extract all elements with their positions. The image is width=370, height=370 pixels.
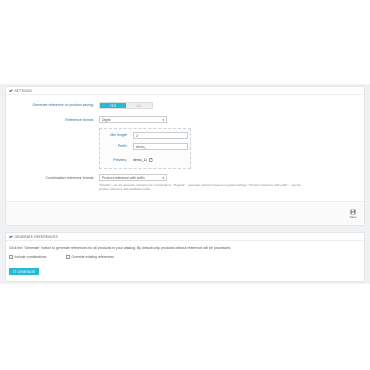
combination-reference-value: Product reference with suffix	[102, 175, 145, 180]
toggle-yes-option[interactable]: YES	[100, 103, 126, 108]
preview-output: demo_11	[133, 157, 153, 162]
save-label: Save	[349, 215, 357, 219]
toggle-no-option[interactable]: NO	[126, 103, 152, 108]
settings-panel-header: SETTINGS	[6, 87, 364, 95]
include-combinations-checkbox[interactable]: Include combinations	[9, 255, 46, 259]
cogs-icon	[9, 235, 13, 238]
chevron-down-icon: ▾	[162, 117, 164, 122]
settings-panel: SETTINGS Generate reference on product s…	[5, 86, 365, 226]
combination-reference-label: Combination reference format:	[45, 176, 94, 180]
prefix-label: Prefix	[117, 144, 127, 148]
checkbox-box[interactable]	[66, 255, 70, 259]
help-line-2: product reference with additional suffix…	[99, 187, 152, 192]
generate-panel-title: GENERATE REFERENCES	[14, 234, 58, 239]
generate-description: Click the "Generate" button to generate …	[9, 246, 231, 250]
settings-footer: Save	[6, 201, 364, 225]
min-length-label: Min length	[110, 133, 127, 137]
refresh-icon	[12, 269, 16, 274]
combination-help-text: "Disable" - do not generate reference fo…	[99, 183, 361, 191]
digits-options-box: Min length 2 Prefix demo_ Preview: demo_…	[99, 128, 191, 169]
generate-on-save-toggle[interactable]: YES NO	[99, 102, 153, 109]
reference-format-label: Reference format:	[65, 118, 94, 122]
reference-format-select[interactable]: Digits ▾	[99, 116, 167, 123]
prefix-value: demo_	[136, 144, 147, 149]
generate-button[interactable]: GENERATE	[9, 268, 39, 275]
include-combinations-label: Include combinations	[14, 255, 47, 259]
reference-format-value: Digits	[102, 117, 111, 122]
chevron-down-icon: ▾	[162, 175, 164, 180]
settings-panel-title: SETTINGS	[14, 88, 32, 93]
refresh-icon[interactable]	[148, 157, 153, 162]
cogs-icon	[9, 89, 13, 92]
min-length-input[interactable]: 2	[133, 132, 188, 139]
override-existing-label: Override existing references	[71, 255, 114, 259]
checkbox-box[interactable]	[9, 255, 13, 259]
prefix-input[interactable]: demo_	[133, 143, 188, 150]
preview-label: Preview:	[113, 158, 127, 162]
override-existing-checkbox[interactable]: Override existing references	[66, 255, 114, 259]
top-blank-area	[0, 0, 370, 84]
save-button[interactable]: Save	[346, 207, 360, 221]
generate-panel-header: GENERATE REFERENCES	[6, 233, 364, 241]
generate-button-label: GENERATE	[17, 269, 36, 274]
combination-reference-select[interactable]: Product reference with suffix ▾	[99, 174, 167, 181]
min-length-value: 2	[136, 133, 138, 138]
generate-on-save-label: Generate reference on product saving:	[32, 103, 94, 107]
preview-value: demo_11	[133, 157, 147, 162]
generate-references-panel: GENERATE REFERENCES Click the "Generate"…	[5, 232, 365, 282]
